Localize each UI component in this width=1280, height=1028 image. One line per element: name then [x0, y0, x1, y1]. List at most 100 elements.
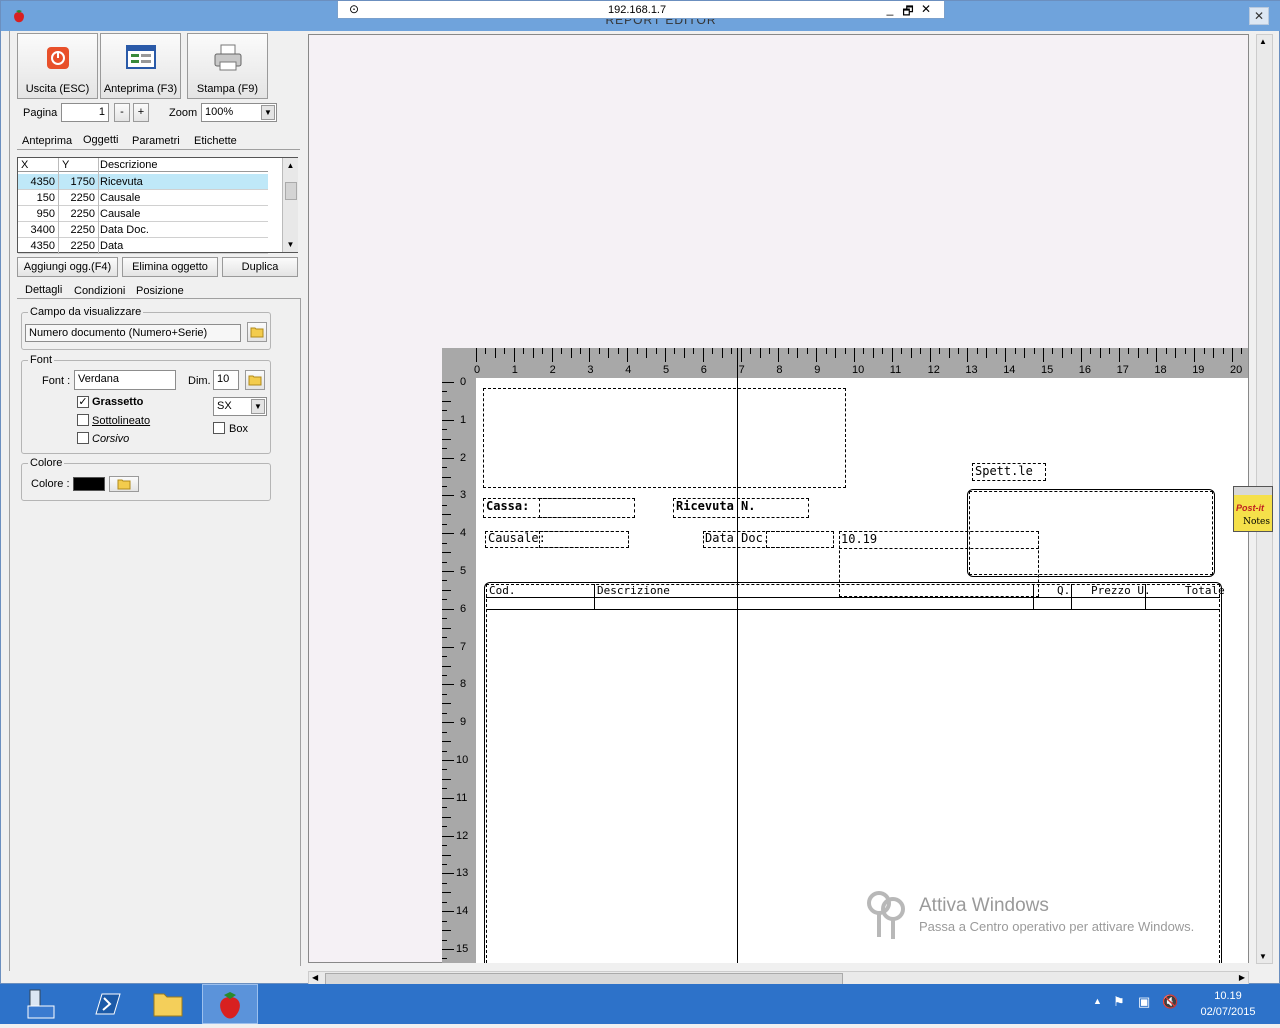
- ruler-tick: [442, 807, 447, 809]
- tab-etichette[interactable]: Etichette: [194, 135, 237, 147]
- scroll-right-icon[interactable]: ▶: [1239, 973, 1245, 982]
- col-descrizione: Descrizione: [597, 584, 670, 597]
- watermark-title: Attiva Windows: [919, 895, 1049, 916]
- ruler-tick: [442, 835, 454, 837]
- ruler-tick: [967, 348, 969, 362]
- table-scrollbar[interactable]: ▲ ▼: [282, 158, 298, 252]
- ricevuta-field[interactable]: Ricevuta N.: [673, 498, 809, 518]
- file-explorer-icon[interactable]: [148, 986, 198, 1022]
- ruler-top-label: 1: [511, 364, 518, 376]
- tab-anteprima[interactable]: Anteprima: [22, 135, 72, 147]
- ruler-top: 0 1 2 3 4 5 6 7 8 9 10 11 12 13 14 15 16 17 18 19 20: [442, 348, 1248, 378]
- table-row[interactable]: 4350 2250 Data: [18, 238, 268, 254]
- spett-field[interactable]: Spett.le: [972, 463, 1046, 481]
- table-row[interactable]: 3400 2250 Data Doc.: [18, 222, 268, 238]
- scroll-thumb[interactable]: [285, 182, 297, 200]
- taskbar-app-report-editor[interactable]: [202, 984, 258, 1024]
- ruler-tick: [442, 457, 454, 459]
- ruler-tick: [442, 410, 447, 412]
- scroll-left-icon[interactable]: ◀: [312, 973, 318, 982]
- tab-oggetti[interactable]: Oggetti: [83, 134, 118, 146]
- page-input[interactable]: 1: [61, 103, 109, 122]
- speaker-muted-icon[interactable]: 🔇: [1162, 994, 1178, 1010]
- ruler-top-label: 14: [1003, 364, 1016, 376]
- tray-up-icon[interactable]: ▲: [1093, 996, 1102, 1006]
- ruler-top-label: 15: [1041, 364, 1054, 376]
- ruler-tick: [844, 348, 846, 354]
- preview-button[interactable]: Anteprima (F3): [100, 33, 181, 99]
- ruler-tick: [551, 348, 553, 362]
- scroll-up-icon[interactable]: ▲: [1259, 37, 1267, 46]
- table-row[interactable]: 4350 1750 Ricevuta: [18, 174, 268, 190]
- causale-value-field[interactable]: [539, 531, 629, 548]
- ruler-tick: [442, 873, 454, 875]
- color-picker-button[interactable]: [109, 476, 139, 492]
- flag-icon[interactable]: ⚑: [1113, 994, 1125, 1010]
- clock[interactable]: 10.19 02/07/2015: [1188, 988, 1268, 1020]
- tab-posizione[interactable]: Posizione: [136, 285, 184, 297]
- data-doc-value-field[interactable]: [766, 531, 834, 548]
- ruler-tick: [1165, 348, 1167, 354]
- zoom-select[interactable]: 100% ▼: [201, 103, 277, 122]
- powershell-icon[interactable]: [86, 986, 136, 1022]
- size-input[interactable]: 10: [213, 370, 239, 390]
- underline-checkbox[interactable]: [77, 414, 89, 426]
- ruler-tick: [532, 348, 534, 358]
- ruler-tick: [806, 348, 808, 354]
- ruler-tick: [589, 348, 591, 362]
- font-input[interactable]: Verdana: [74, 370, 176, 390]
- pin-icon[interactable]: ⊙: [346, 2, 362, 16]
- ruler-tick: [1099, 348, 1101, 358]
- exit-button[interactable]: Uscita (ESC): [17, 33, 98, 99]
- ruler-tick: [995, 348, 997, 354]
- scroll-down-icon[interactable]: ▼: [1259, 952, 1267, 961]
- ruler-tick: [442, 901, 447, 903]
- tab-parametri[interactable]: Parametri: [132, 135, 180, 147]
- align-select[interactable]: SX ▼: [213, 397, 267, 416]
- ruler-tick: [442, 599, 447, 601]
- printer-icon: [214, 44, 241, 71]
- ruler-top-label: 17: [1116, 364, 1129, 376]
- print-button[interactable]: Stampa (F9): [187, 33, 268, 99]
- duplicate-button[interactable]: Duplica: [222, 257, 298, 277]
- ruler-tick: [712, 348, 714, 354]
- column-divider: [58, 158, 59, 254]
- logo-placeholder[interactable]: [483, 388, 846, 488]
- network-icon[interactable]: ▣: [1138, 994, 1150, 1010]
- server-manager-icon[interactable]: [20, 986, 70, 1022]
- tab-dettagli[interactable]: Dettagli: [25, 284, 62, 296]
- field-select[interactable]: Numero documento (Numero+Serie): [25, 324, 241, 342]
- restore-button[interactable]: 🗗: [900, 2, 916, 23]
- ruler-left-label: 2: [460, 451, 467, 464]
- font-browse-button[interactable]: [245, 370, 265, 390]
- page-plus-button[interactable]: +: [133, 103, 149, 122]
- scroll-down-icon[interactable]: ▼: [284, 238, 297, 251]
- ruler-left-label: 13: [456, 867, 469, 880]
- cassa-value-field[interactable]: [539, 498, 635, 518]
- page-minus-button[interactable]: -: [114, 103, 130, 122]
- ruler-tick: [1203, 348, 1205, 354]
- window-close-button[interactable]: ✕: [1249, 7, 1269, 25]
- table-row[interactable]: 950 2250 Causale: [18, 206, 268, 222]
- tab-condizioni[interactable]: Condizioni: [74, 285, 125, 297]
- remote-close-button[interactable]: ✕: [918, 2, 934, 16]
- delete-object-button[interactable]: Elimina oggetto: [122, 257, 218, 277]
- chevron-down-icon[interactable]: ▼: [251, 399, 265, 414]
- table-row[interactable]: 150 2250 Causale: [18, 190, 268, 206]
- bold-checkbox[interactable]: ✓: [77, 396, 89, 408]
- ruler-tick: [442, 485, 447, 487]
- strawberry-app-icon[interactable]: [11, 8, 27, 24]
- add-object-button[interactable]: Aggiungi ogg.(F4): [17, 257, 118, 277]
- folder-icon: [250, 327, 264, 338]
- ruler-tick: [693, 348, 695, 354]
- color-swatch[interactable]: [73, 477, 105, 491]
- scroll-up-icon[interactable]: ▲: [284, 159, 297, 172]
- minimize-button[interactable]: _: [882, 2, 898, 16]
- chevron-down-icon[interactable]: ▼: [261, 105, 275, 120]
- ruler-tick: [655, 348, 657, 354]
- field-browse-button[interactable]: [247, 322, 267, 342]
- key-icon: [867, 891, 905, 939]
- italic-checkbox[interactable]: [77, 432, 89, 444]
- box-checkbox[interactable]: [213, 422, 225, 434]
- postit-notes-icon[interactable]: Post-it Notes: [1233, 486, 1273, 532]
